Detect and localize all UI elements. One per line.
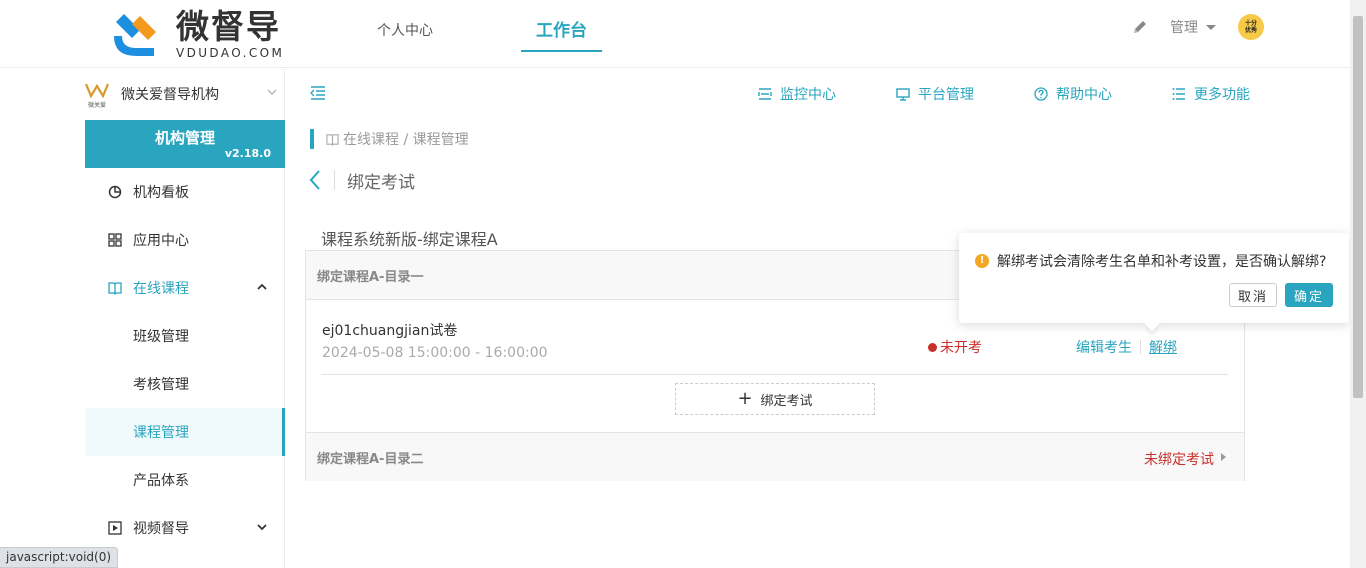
nav-workbench[interactable]: 工作台 bbox=[521, 0, 602, 68]
page-title: 绑定考试 bbox=[347, 172, 415, 193]
version-label: v2.18.0 bbox=[224, 147, 271, 160]
bind-exam-button[interactable]: + 绑定考试 bbox=[675, 383, 875, 415]
popover-message-text: 解绑考试会清除考生名单和补考设置，是否确认解绑? bbox=[997, 254, 1327, 270]
page-title-bar: 绑定考试 bbox=[308, 166, 415, 194]
logo[interactable]: 微督导 VDUDAO.COM bbox=[110, 8, 284, 62]
caret-down-icon[interactable] bbox=[1206, 24, 1216, 30]
popover-message: ! 解绑考试会清除考生名单和补考设置，是否确认解绑? bbox=[975, 251, 1326, 271]
sidebar-item-label: 视频督导 bbox=[133, 521, 189, 537]
monitor-list-icon bbox=[758, 88, 772, 100]
sidebar-item-label: 机构看板 bbox=[133, 185, 189, 201]
list-icon bbox=[1172, 88, 1185, 100]
section-title: 绑定课程A-目录一 bbox=[317, 269, 424, 285]
sidebar-item-exam-management[interactable]: 考核管理 bbox=[85, 360, 285, 408]
panel-title: 机构管理 bbox=[154, 129, 215, 147]
more-features-link[interactable]: 更多功能 bbox=[1172, 84, 1250, 104]
back-arrow-icon[interactable] bbox=[308, 169, 322, 191]
sidebar-item-dashboard[interactable]: 机构看板 bbox=[85, 168, 285, 216]
avatar-text-top: 十分 bbox=[1244, 20, 1257, 27]
top-nav: 个人中心 工作台 bbox=[365, 0, 678, 68]
main-toolbar: 监控中心 平台管理 帮助中心 更多功能 bbox=[286, 69, 1350, 119]
edit-candidates-link[interactable]: 编辑考生 bbox=[1076, 337, 1132, 357]
exam-status-badge: 未开考 bbox=[928, 337, 982, 357]
help-icon bbox=[1034, 87, 1048, 101]
exam-actions: 编辑考生 解绑 bbox=[1076, 337, 1177, 357]
course-name: 课程系统新版-绑定课程A bbox=[321, 230, 498, 249]
bind-exam-label: 绑定考试 bbox=[760, 393, 813, 409]
menu-collapse-icon[interactable] bbox=[310, 85, 326, 101]
exam-status-text: 未开考 bbox=[940, 340, 982, 356]
unbound-status: 未绑定考试 bbox=[1144, 452, 1214, 468]
vdudao-logo-icon bbox=[114, 14, 156, 56]
avatar[interactable]: 十分 优秀 bbox=[1238, 14, 1264, 40]
play-icon bbox=[108, 521, 122, 535]
logo-title: 微督导 bbox=[176, 7, 281, 46]
chevron-down-icon bbox=[257, 524, 267, 531]
sidebar-item-course-management[interactable]: 课程管理 bbox=[85, 408, 285, 456]
page-scrollbar[interactable] bbox=[1350, 0, 1366, 568]
user-area: 管理 十分 优秀 bbox=[1132, 12, 1264, 42]
logo-subtitle: VDUDAO.COM bbox=[176, 46, 285, 60]
sidebar-item-label: 在线课程 bbox=[133, 281, 189, 297]
chevron-up-icon bbox=[257, 283, 267, 290]
chevron-down-icon[interactable] bbox=[267, 87, 277, 97]
sidebar-item-class-management[interactable]: 班级管理 bbox=[85, 312, 285, 360]
breadcrumb: 在线课程 / 课程管理 bbox=[310, 129, 469, 149]
monitor-icon bbox=[896, 88, 910, 101]
title-divider bbox=[334, 170, 335, 190]
pie-chart-icon bbox=[108, 185, 122, 199]
sidebar-menu: 机构看板 应用中心 在线课程 班级管理 考核管理 课程管理 产品体系 视频督导 bbox=[85, 168, 285, 552]
row-divider bbox=[321, 374, 1228, 375]
org-selector[interactable]: 微关爱 微关爱督导机构 bbox=[84, 81, 285, 109]
breadcrumb-accent-bar bbox=[310, 129, 314, 149]
cancel-button[interactable]: 取消 bbox=[1229, 283, 1277, 307]
exam-time: 2024-05-08 15:00:00 - 16:00:00 bbox=[322, 345, 548, 361]
section-title: 绑定课程A-目录二 bbox=[317, 451, 424, 467]
section-header[interactable]: 绑定课程A-目录二 未绑定考试 bbox=[306, 432, 1244, 481]
platform-management-label: 平台管理 bbox=[918, 87, 974, 103]
status-dot-icon bbox=[928, 342, 937, 352]
plus-icon: + bbox=[737, 388, 753, 409]
sidebar-item-online-course[interactable]: 在线课程 bbox=[85, 264, 285, 312]
confirm-button[interactable]: 确定 bbox=[1285, 283, 1333, 307]
sidebar: 微关爱 微关爱督导机构 机构管理 v2.18.0 机构看板 应用中心 在线课程 … bbox=[0, 69, 285, 568]
sidebar-item-video-supervision[interactable]: 视频督导 bbox=[85, 504, 285, 552]
monitor-center-link[interactable]: 监控中心 bbox=[758, 84, 836, 104]
panel-header: 机构管理 v2.18.0 bbox=[85, 120, 285, 168]
unbind-link[interactable]: 解绑 bbox=[1149, 337, 1177, 357]
scrollbar-thumb[interactable] bbox=[1353, 16, 1363, 398]
pencil-icon[interactable] bbox=[1132, 19, 1148, 35]
org-name: 微关爱督导机构 bbox=[121, 87, 219, 103]
unbind-confirm-popover: ! 解绑考试会清除考生名单和补考设置，是否确认解绑? 取消 确定 bbox=[959, 233, 1349, 323]
grid-icon bbox=[108, 233, 122, 247]
avatar-text-bottom: 优秀 bbox=[1244, 27, 1257, 34]
more-features-label: 更多功能 bbox=[1194, 87, 1250, 103]
browser-status-bar: javascript:void(0) bbox=[0, 547, 119, 568]
caret-right-icon bbox=[1221, 453, 1226, 461]
org-logo-text: 微关爱 bbox=[87, 102, 106, 109]
top-header: 微督导 VDUDAO.COM 个人中心 工作台 管理 十分 优秀 bbox=[0, 0, 1350, 68]
help-center-label: 帮助中心 bbox=[1056, 87, 1112, 103]
warning-icon: ! bbox=[975, 254, 989, 268]
book-icon bbox=[108, 282, 122, 295]
platform-management-link[interactable]: 平台管理 bbox=[896, 84, 974, 104]
book-icon bbox=[326, 133, 339, 146]
admin-menu[interactable]: 管理 bbox=[1170, 17, 1198, 37]
org-logo: 微关爱 bbox=[84, 82, 110, 109]
nav-personal-center[interactable]: 个人中心 bbox=[365, 0, 445, 68]
monitor-center-label: 监控中心 bbox=[780, 87, 836, 103]
exam-name: ej01chuangjian试卷 bbox=[322, 323, 458, 339]
popover-buttons: 取消 确定 bbox=[1229, 283, 1333, 307]
toolbar-links: 监控中心 平台管理 帮助中心 更多功能 bbox=[698, 84, 1250, 104]
w-logo-icon bbox=[84, 83, 110, 99]
help-center-link[interactable]: 帮助中心 bbox=[1034, 84, 1112, 104]
breadcrumb-text[interactable]: 在线课程 / 课程管理 bbox=[343, 129, 469, 149]
sidebar-item-label: 应用中心 bbox=[133, 233, 189, 249]
sidebar-item-product-system[interactable]: 产品体系 bbox=[85, 456, 285, 504]
sidebar-item-app-center[interactable]: 应用中心 bbox=[85, 216, 285, 264]
action-divider bbox=[1140, 340, 1141, 354]
